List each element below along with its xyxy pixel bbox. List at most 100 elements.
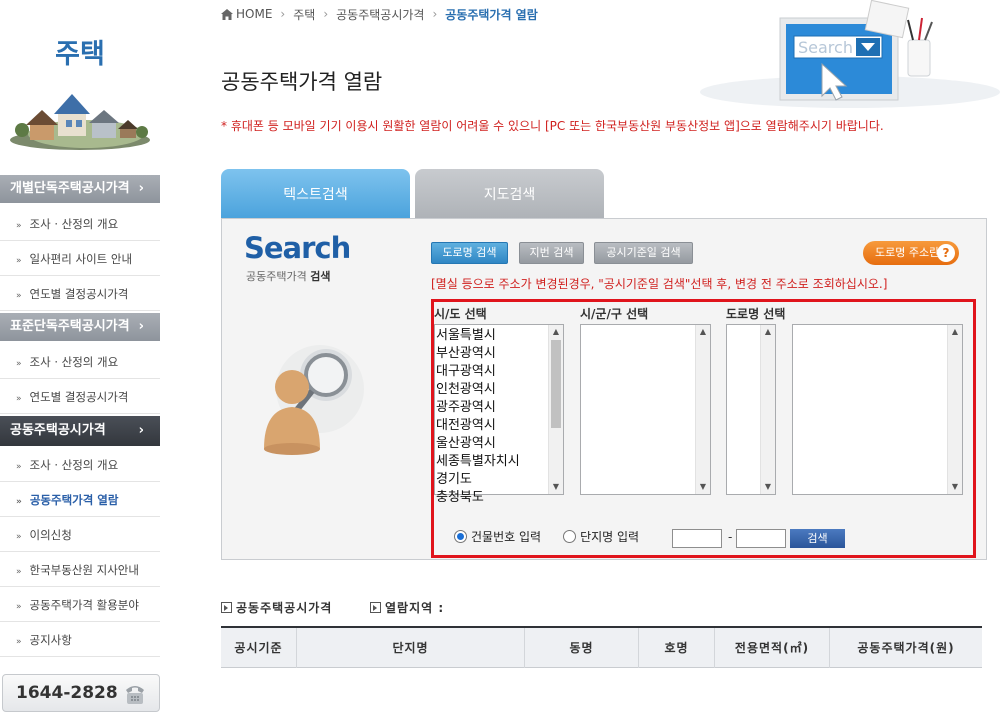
results-region-label: 열람지역 : (385, 601, 445, 615)
complex-name-radio[interactable] (563, 530, 577, 543)
breadcrumb-home[interactable]: HOME (236, 7, 272, 21)
sido-option[interactable]: 경기도 (436, 471, 547, 489)
complex-name-radio-label[interactable]: 단지명 입력 (580, 528, 639, 545)
sido-option[interactable]: 울산광역시 (436, 435, 547, 453)
search-logo: Search (244, 231, 351, 265)
road-initial-scrollbar[interactable]: ▲ ▼ (760, 325, 775, 494)
search-subtitle: 공동주택가격 검색 (246, 268, 330, 284)
sido-listbox[interactable]: 서울특별시 부산광역시 대구광역시 인천광역시 광주광역시 대전광역시 울산광역… (434, 324, 564, 505)
chevron-right-icon: › (138, 319, 144, 334)
phone-number: 1644-2828 (16, 683, 118, 703)
sidebar-item-label: 조사 · 산정의 개요 (29, 355, 119, 369)
road-label: 도로명 선택 (726, 307, 786, 321)
chevron-right-icon: › (138, 181, 144, 196)
telephone-icon (126, 686, 144, 704)
scroll-down-icon[interactable]: ▼ (696, 480, 710, 494)
results-table-header: 공시기준 단지명 동명 호명 전용면적(㎡) 공동주택가격(원) (221, 626, 982, 668)
scroll-down-icon[interactable]: ▼ (948, 480, 962, 494)
road-name-listbox[interactable]: ▲ ▼ (792, 324, 963, 495)
sidebar-item-label: 연도별 결정공시가격 (29, 390, 129, 404)
sidebar-item-survey-overview-1[interactable]: » 조사 · 산정의 개요 (0, 207, 160, 241)
bullet-icon: » (16, 497, 22, 507)
phone-contact-box: 1644-2828 (2, 674, 160, 712)
question-icon: ? (937, 244, 955, 262)
breadcrumb-separator: › (323, 7, 329, 21)
sidebar-group-label: 표준단독주택공시가격 (10, 319, 130, 334)
sidebar-item-yearly-price-2[interactable]: » 연도별 결정공시가격 (0, 380, 160, 414)
sidebar-item-yearly-price-1[interactable]: » 연도별 결정공시가격 (0, 277, 160, 311)
scroll-up-icon[interactable]: ▲ (761, 325, 775, 339)
sidebar-item-survey-overview-2[interactable]: » 조사 · 산정의 개요 (0, 345, 160, 379)
search-monitor-illustration-icon: Search (700, 0, 1000, 108)
scroll-up-icon[interactable]: ▲ (948, 325, 962, 339)
sido-option[interactable]: 대전광역시 (436, 417, 547, 435)
bullet-icon: » (16, 221, 22, 231)
address-selection-area: 시/도 선택 시/군/구 선택 도로명 선택 서울특별시 부산광역시 대구광역시… (431, 299, 976, 558)
column-header: 공시기준 (221, 628, 297, 668)
sido-option[interactable]: 충청북도 (436, 489, 547, 507)
sidebar-item-branch-info[interactable]: » 한국부동산원 지사안내 (0, 553, 160, 587)
sidebar-item-ilsapyeonri[interactable]: » 일사편리 사이트 안내 (0, 242, 160, 276)
arrow-box-icon (370, 602, 381, 613)
sidebar-item-label: 공동주택가격 열람 (29, 493, 119, 507)
lot-number-search-button[interactable]: 지번 검색 (519, 242, 584, 264)
sub-number-input[interactable] (736, 529, 786, 548)
road-name-scrollbar[interactable]: ▲ ▼ (947, 325, 962, 494)
scroll-up-icon[interactable]: ▲ (696, 325, 710, 339)
tab-text-search[interactable]: 텍스트검색 (221, 169, 410, 219)
road-initial-listbox[interactable]: ▲ ▼ (726, 324, 776, 495)
building-number-radio-label[interactable]: 건물번호 입력 (471, 528, 541, 545)
sido-label: 시/도 선택 (434, 307, 487, 321)
sidebar-group-individual[interactable]: 개별단독주택공시가격 › (0, 175, 160, 203)
scroll-up-icon[interactable]: ▲ (549, 325, 563, 339)
sido-option[interactable]: 인천광역시 (436, 381, 547, 399)
sidebar-item-price-usage[interactable]: » 공동주택가격 활용분야 (0, 588, 160, 622)
sido-option[interactable]: 광주광역시 (436, 399, 547, 417)
results-heading-apartment-price: 공동주택공시가격 (221, 599, 332, 616)
breadcrumb-housing[interactable]: 주택 (293, 6, 315, 23)
houses-illustration-icon (10, 94, 150, 150)
main-number-input[interactable] (672, 529, 722, 548)
column-header: 동명 (525, 628, 639, 668)
search-subtitle-text: 공동주택가격 (246, 270, 311, 283)
sidebar-item-survey-overview-3[interactable]: » 조사 · 산정의 개요 (0, 448, 160, 482)
sigungu-label: 시/군/구 선택 (580, 307, 649, 321)
sido-option[interactable]: 세종특별자치시 (436, 453, 547, 471)
bullet-icon: » (16, 256, 22, 266)
sido-option[interactable]: 서울특별시 (436, 327, 547, 345)
page-title: 공동주택가격 열람 (221, 70, 383, 94)
base-date-search-button[interactable]: 공시기준일 검색 (594, 242, 693, 264)
mobile-notice: * 휴대폰 등 모바일 기기 이용시 원활한 열람이 어려울 수 있으니 [PC… (221, 119, 884, 133)
number-dash: - (728, 530, 733, 544)
sigungu-listbox[interactable]: ▲ ▼ (580, 324, 711, 495)
bullet-icon: » (16, 602, 22, 612)
chevron-right-icon: › (138, 423, 144, 438)
building-number-radio[interactable] (454, 530, 467, 543)
search-button[interactable]: 검색 (790, 529, 845, 548)
sidebar-group-standard[interactable]: 표준단독주택공시가격 › (0, 313, 160, 341)
sidebar-item-apartment-price-view[interactable]: » 공동주택가격 열람 (0, 483, 160, 517)
sidebar-item-objection[interactable]: » 이의신청 (0, 518, 160, 552)
sido-scrollbar[interactable]: ▲ ▼ (548, 325, 563, 494)
sidebar-group-apartment[interactable]: 공동주택공시가격 › (0, 416, 160, 446)
bullet-icon: » (16, 532, 22, 542)
bullet-icon: » (16, 637, 22, 647)
scroll-down-icon[interactable]: ▼ (549, 480, 563, 494)
breadcrumb-apartment-price[interactable]: 공동주택공시가격 (336, 6, 424, 23)
sigungu-scrollbar[interactable]: ▲ ▼ (695, 325, 710, 494)
sidebar-item-notice[interactable]: » 공지사항 (0, 623, 160, 657)
breadcrumb-separator: › (432, 7, 438, 21)
column-header: 단지명 (297, 628, 525, 668)
sido-option[interactable]: 대구광역시 (436, 363, 547, 381)
scroll-thumb[interactable] (551, 340, 561, 428)
home-icon (221, 8, 233, 20)
road-name-search-button[interactable]: 도로명 검색 (431, 242, 508, 264)
sidebar-item-label: 이의신청 (29, 528, 72, 542)
road-address-help-button[interactable]: 도로명 주소란 ? (863, 241, 959, 265)
sido-option[interactable]: 부산광역시 (436, 345, 547, 363)
help-button-label: 도로명 주소란 (875, 246, 940, 259)
tab-map-search[interactable]: 지도검색 (415, 169, 604, 219)
scroll-down-icon[interactable]: ▼ (761, 480, 775, 494)
search-subtitle-bold: 검색 (310, 270, 331, 283)
arrow-box-icon (221, 602, 232, 613)
